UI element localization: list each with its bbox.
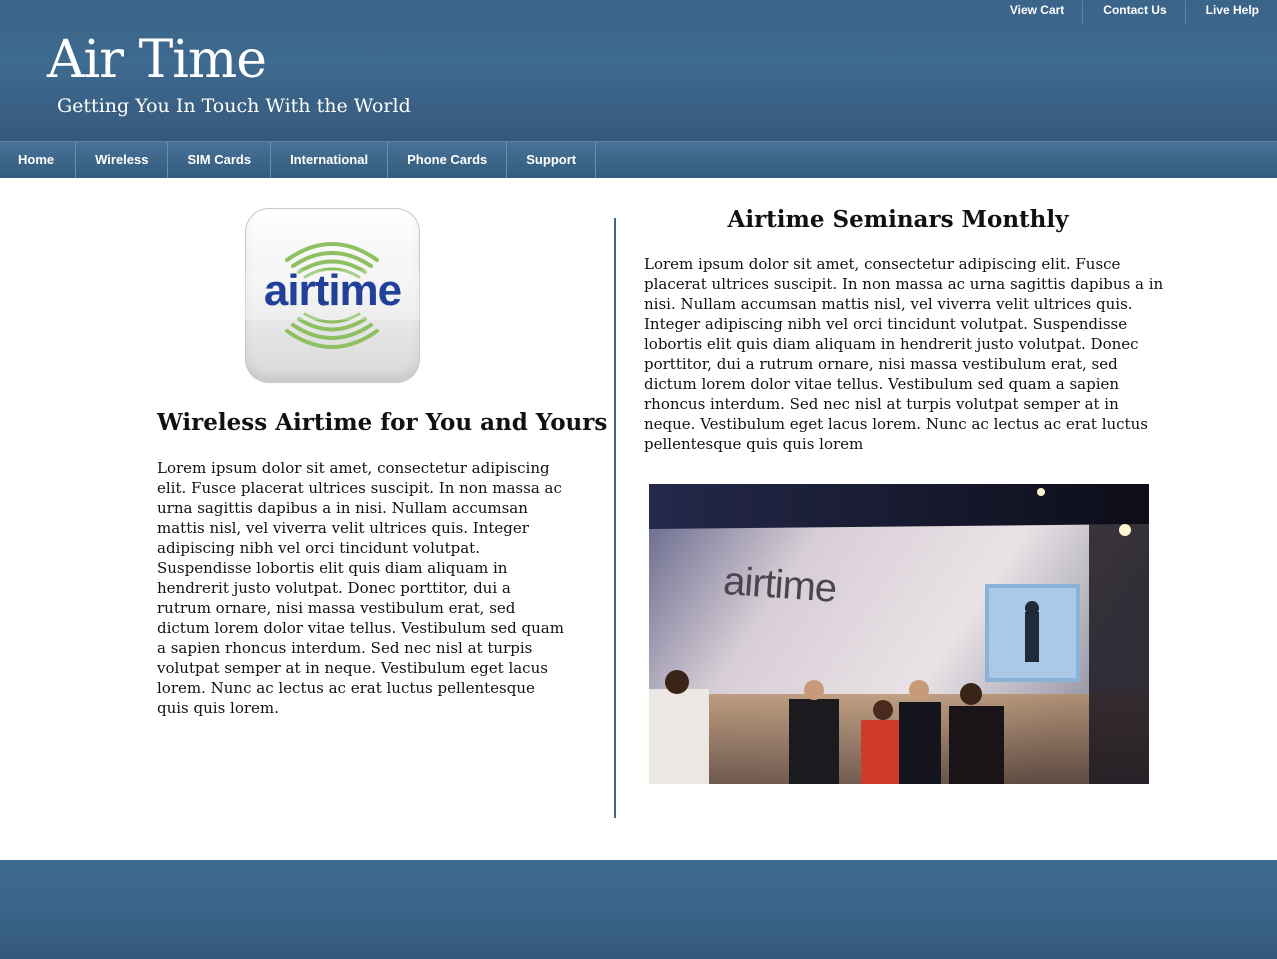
right-section-body: Lorem ipsum dolor sit amet, consectetur … [644, 255, 1164, 453]
airtime-logo-icon: airtime [245, 208, 420, 383]
utility-nav: View Cart Contact Us Live Help [990, 0, 1277, 24]
nav-item-home[interactable]: Home [0, 142, 77, 178]
column-divider [614, 218, 616, 818]
nav-item-wireless[interactable]: Wireless [76, 142, 169, 178]
main-nav: Home Wireless SIM Cards International Ph… [0, 141, 1277, 178]
nav-item-international[interactable]: International [271, 142, 389, 178]
seminar-photo: airtime [649, 484, 1149, 784]
photo-wall-text: airtime [721, 558, 838, 611]
left-section-body: Lorem ipsum dolor sit amet, consectetur … [157, 459, 564, 717]
logo-wordmark: airtime [263, 266, 402, 315]
nav-item-phone-cards[interactable]: Phone Cards [388, 142, 508, 178]
site-header: View Cart Contact Us Live Help Air Time … [0, 0, 1277, 141]
site-tagline: Getting You In Touch With the World [57, 95, 411, 117]
site-footer [0, 860, 1277, 959]
view-cart-link[interactable]: View Cart [990, 0, 1082, 24]
site-title[interactable]: Air Time [47, 29, 267, 91]
nav-item-support[interactable]: Support [507, 142, 597, 178]
nav-item-sim-cards[interactable]: SIM Cards [168, 142, 272, 178]
live-help-link[interactable]: Live Help [1184, 0, 1277, 24]
right-section-heading: Airtime Seminars Monthly [727, 206, 1069, 233]
left-section-heading: Wireless Airtime for You and Yours [157, 409, 608, 436]
contact-us-link[interactable]: Contact Us [1082, 0, 1184, 24]
